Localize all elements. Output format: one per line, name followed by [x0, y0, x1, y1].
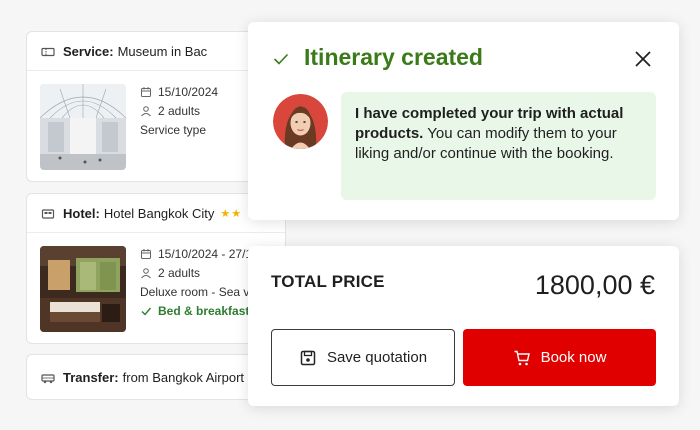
hotel-date: 15/10/2024 - 27/1 — [158, 246, 253, 261]
service-header: Service: Museum in Bac — [41, 44, 207, 59]
transfer-value: from Bangkok Airport — [122, 370, 245, 385]
hotel-adults-row: 2 adults — [140, 263, 259, 282]
hotel-date-row: 15/10/2024 - 27/1 — [140, 244, 259, 263]
service-info: 15/10/2024 2 adults Service type — [140, 82, 218, 139]
itinerary-popup: Itinerary created I have completed your … — [248, 22, 679, 220]
popup-title: Itinerary created — [304, 44, 483, 70]
divider — [27, 70, 285, 71]
service-label: Service: — [63, 44, 114, 59]
save-quotation-label: Save quotation — [326, 349, 428, 366]
check-icon — [273, 52, 289, 66]
hotel-adults: 2 adults — [158, 265, 201, 280]
hotel-value: Hotel Bangkok City — [103, 206, 215, 221]
calendar-icon — [140, 248, 152, 260]
person-icon — [140, 105, 152, 117]
hotel-board-row: Bed & breakfast — [140, 301, 259, 320]
hotel-info: 15/10/2024 - 27/1 2 adults Deluxe room -… — [140, 244, 259, 320]
service-date: 15/10/2024 — [158, 84, 219, 99]
service-card[interactable]: Service: Museum in Bac 15/10/2024 2 adul… — [26, 31, 286, 182]
transfer-header: Transfer: from Bangkok Airport — [41, 370, 244, 385]
hotel-label: Hotel: — [63, 206, 100, 221]
hotel-thumbnail — [40, 246, 126, 332]
assistant-message: I have completed your trip with actual p… — [341, 92, 656, 200]
hotel-card[interactable]: Hotel: Hotel Bangkok City ★★ 15/10/2024 … — [26, 193, 286, 344]
close-icon[interactable] — [632, 48, 654, 70]
hotel-room: Deluxe room - Sea vie — [140, 284, 259, 299]
calendar-icon — [140, 86, 152, 98]
divider — [27, 232, 285, 233]
transfer-label: Transfer: — [63, 370, 119, 385]
bus-icon — [41, 371, 55, 385]
book-now-label: Book now — [540, 349, 607, 366]
book-now-button[interactable]: Book now — [463, 329, 656, 386]
total-price-panel: TOTAL PRICE 1800,00 € Save quotation Boo… — [248, 246, 679, 406]
ticket-icon — [41, 45, 55, 59]
service-adults-row: 2 adults — [140, 101, 218, 120]
assistant-avatar — [273, 94, 328, 149]
bed-icon — [41, 207, 55, 221]
hotel-board: Bed & breakfast — [158, 303, 250, 318]
hotel-header: Hotel: Hotel Bangkok City ★★ — [41, 206, 242, 221]
service-type: Service type — [140, 122, 207, 137]
save-icon — [299, 349, 317, 367]
cart-icon — [513, 349, 531, 367]
person-icon — [140, 267, 152, 279]
check-icon — [140, 305, 152, 317]
service-date-row: 15/10/2024 — [140, 82, 218, 101]
total-price-label: TOTAL PRICE — [271, 272, 385, 291]
save-quotation-button[interactable]: Save quotation — [271, 329, 455, 386]
total-price-amount: 1800,00 € — [534, 270, 655, 300]
service-adults: 2 adults — [158, 103, 201, 118]
hotel-stars: ★★ — [220, 208, 243, 220]
museum-thumbnail — [40, 84, 126, 170]
transfer-card[interactable]: Transfer: from Bangkok Airport — [26, 354, 286, 400]
service-value: Museum in Bac — [117, 44, 208, 59]
